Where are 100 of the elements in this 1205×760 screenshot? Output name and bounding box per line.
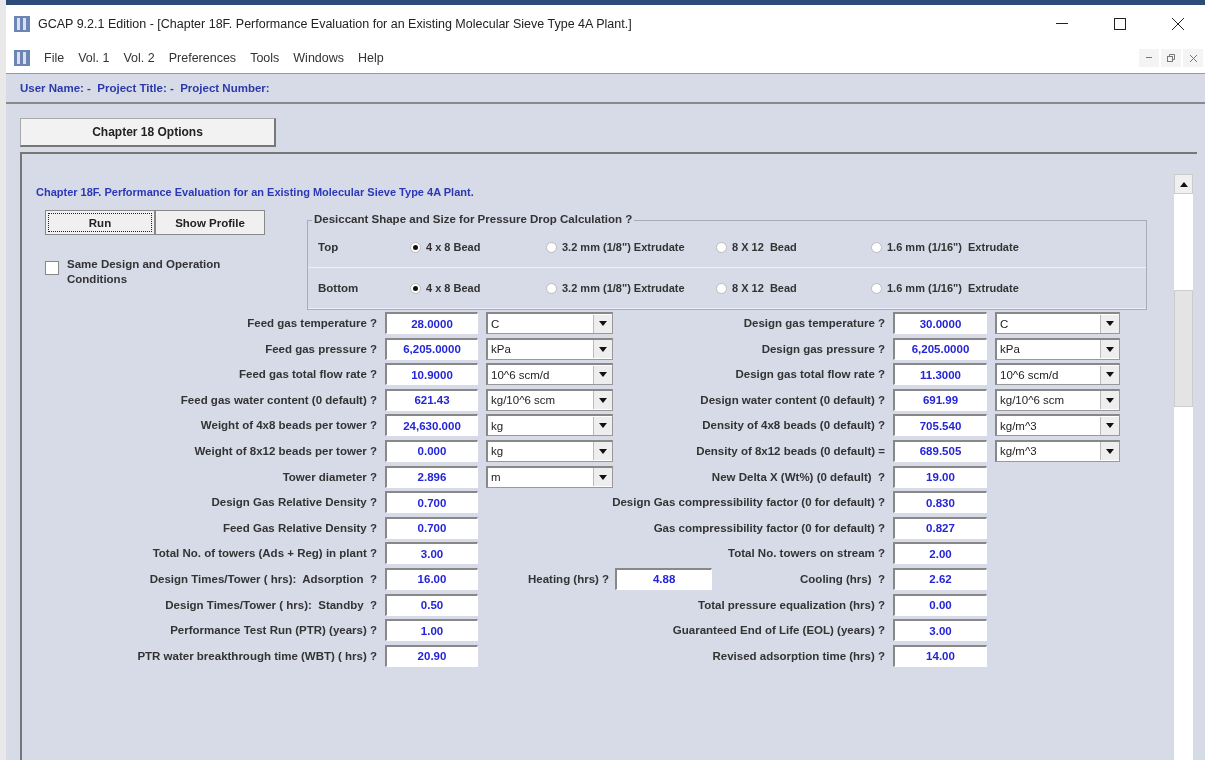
group-title: Desiccant Shape and Size for Pressure Drop Calculation ? bbox=[312, 213, 635, 225]
field-label: Design Gas compressibility factor (0 for default) ? bbox=[611, 496, 885, 509]
dropdown-caret-icon bbox=[599, 448, 607, 454]
field-label: Design Times/Tower ( hrs): Adsorption ? bbox=[148, 572, 377, 585]
field-label: Design Times/Tower ( hrs): Standby ? bbox=[164, 598, 377, 611]
value-field[interactable]: 0.00 bbox=[893, 593, 987, 616]
document-icon bbox=[14, 50, 30, 66]
value-field[interactable]: 6,205.0000 bbox=[385, 337, 478, 360]
menu-item[interactable]: Windows bbox=[293, 51, 345, 65]
app-icon bbox=[14, 16, 30, 32]
value-field[interactable]: 705.540 bbox=[893, 414, 987, 437]
value-field[interactable]: 691.99 bbox=[893, 388, 987, 411]
restore-button[interactable] bbox=[1161, 49, 1181, 67]
unit-dropdown[interactable]: 10^6 scm/d bbox=[486, 363, 613, 386]
unit-dropdown[interactable]: kg/m^3 bbox=[995, 439, 1120, 462]
dropdown-caret-icon bbox=[599, 423, 607, 429]
radio-option[interactable]: 4 x 8 Bead bbox=[410, 282, 546, 294]
unit-dropdown[interactable]: m bbox=[486, 465, 613, 488]
dropdown-caret-icon bbox=[599, 321, 607, 326]
menu-item[interactable]: Help bbox=[358, 51, 384, 65]
value-field[interactable]: 0.700 bbox=[385, 516, 478, 539]
close-button[interactable] bbox=[1183, 49, 1203, 67]
value-field[interactable]: 0.000 bbox=[385, 439, 478, 462]
form-heading: Chapter 18F. Performance Evaluation for an Existing Molecular Sieve Type 4A Plant. bbox=[36, 186, 475, 198]
unit-dropdown[interactable]: kPa bbox=[486, 337, 613, 360]
value-field[interactable]: 28.0000 bbox=[385, 312, 478, 334]
value-field[interactable]: 0.830 bbox=[893, 491, 987, 514]
value-field[interactable]: 3.00 bbox=[893, 619, 987, 642]
row-label: Top bbox=[318, 241, 340, 253]
field-label: Heating (hrs) ? bbox=[528, 572, 610, 585]
field-label: Weight of 8x12 beads per tower ? bbox=[193, 444, 377, 457]
field-label: Feed gas pressure ? bbox=[264, 342, 377, 355]
value-field[interactable]: 10.9000 bbox=[385, 363, 478, 386]
unit-dropdown[interactable]: C bbox=[995, 312, 1120, 334]
value-field[interactable]: 0.700 bbox=[385, 491, 478, 514]
radio-option[interactable]: 8 X 12 Bead bbox=[716, 282, 871, 294]
command-button[interactable]: Run bbox=[45, 210, 155, 235]
value-field[interactable]: 4.88 bbox=[615, 567, 713, 590]
radio-option[interactable]: 1.6 mm (1/16") Extrudate bbox=[871, 241, 1146, 253]
unit-dropdown[interactable]: kg/10^6 scm bbox=[486, 388, 613, 411]
menu-item[interactable]: Preferences bbox=[168, 51, 237, 65]
value-field[interactable]: 1.00 bbox=[385, 619, 478, 642]
scrollbar[interactable] bbox=[1174, 174, 1193, 760]
unit-dropdown[interactable]: kg bbox=[486, 414, 613, 437]
checkbox-label: Same Design and Operation Conditions bbox=[67, 257, 222, 287]
unit-dropdown[interactable]: kPa bbox=[995, 337, 1120, 360]
field-label: PTR water breakthrough time (WBT) ( hrs) ? bbox=[136, 649, 377, 662]
field-label: Weight of 4x8 beads per tower ? bbox=[199, 419, 377, 432]
unit-dropdown[interactable]: kg/10^6 scm bbox=[995, 388, 1120, 411]
checkbox[interactable] bbox=[45, 261, 59, 275]
dropdown-caret-icon bbox=[1106, 423, 1114, 429]
value-field[interactable]: 30.0000 bbox=[893, 312, 987, 334]
up-arrow-icon bbox=[1179, 181, 1188, 187]
radio-dot-icon bbox=[413, 244, 418, 250]
unit-dropdown[interactable]: 10^6 scm/d bbox=[995, 363, 1120, 386]
close-icon bbox=[1189, 54, 1197, 62]
scroll-thumb[interactable] bbox=[1174, 290, 1193, 407]
value-field[interactable]: 6,205.0000 bbox=[893, 337, 987, 360]
scroll-up-button[interactable] bbox=[1174, 174, 1193, 194]
value-field[interactable]: 0.827 bbox=[893, 516, 987, 539]
value-field[interactable]: 2.896 bbox=[385, 465, 478, 488]
radio-dot-icon bbox=[413, 285, 418, 291]
dropdown-caret-icon bbox=[599, 346, 607, 352]
field-label: Total No. towers on stream ? bbox=[727, 547, 885, 560]
field-label: Total No. of towers (Ads + Reg) in plant ? bbox=[151, 547, 377, 560]
value-field[interactable]: 3.00 bbox=[385, 542, 478, 565]
value-field[interactable]: 20.90 bbox=[385, 644, 478, 667]
restore-icon bbox=[1167, 54, 1175, 62]
value-field[interactable]: 2.62 bbox=[893, 567, 987, 590]
menu-item[interactable]: Vol. 2 bbox=[123, 51, 155, 65]
value-field[interactable]: 2.00 bbox=[893, 542, 987, 565]
value-field[interactable]: 621.43 bbox=[385, 388, 478, 411]
radio-option[interactable]: 3.2 mm (1/8") Extrudate bbox=[546, 282, 716, 294]
value-field[interactable]: 0.50 bbox=[385, 593, 478, 616]
minimize-icon bbox=[1146, 57, 1152, 59]
value-field[interactable]: 689.505 bbox=[893, 439, 987, 462]
value-field[interactable]: 16.00 bbox=[385, 567, 478, 590]
radio-option[interactable]: 3.2 mm (1/8") Extrudate bbox=[546, 241, 716, 253]
unit-dropdown[interactable]: C bbox=[486, 312, 613, 334]
value-field[interactable]: 11.3000 bbox=[893, 363, 987, 386]
menu-item[interactable]: Tools bbox=[250, 51, 280, 65]
options-button[interactable]: Chapter 18 Options bbox=[20, 118, 276, 147]
field-label: Revised adsorption time (hrs) ? bbox=[711, 649, 885, 662]
value-field[interactable]: 14.00 bbox=[893, 644, 987, 667]
field-label: Guaranteed End of Life (EOL) (years) ? bbox=[671, 624, 885, 637]
close-icon bbox=[1172, 18, 1184, 30]
radio-option[interactable]: 1.6 mm (1/16") Extrudate bbox=[871, 282, 1146, 294]
dropdown-caret-icon bbox=[1106, 397, 1114, 403]
value-field[interactable]: 24,630.000 bbox=[385, 414, 478, 437]
unit-dropdown[interactable]: kg/m^3 bbox=[995, 414, 1120, 437]
command-button[interactable]: Show Profile bbox=[155, 210, 265, 235]
row-label: Bottom bbox=[318, 282, 360, 294]
dropdown-caret-icon bbox=[1106, 321, 1114, 326]
value-field[interactable]: 19.00 bbox=[893, 465, 987, 488]
menu-item[interactable]: File bbox=[44, 51, 65, 65]
unit-dropdown[interactable]: kg bbox=[486, 439, 613, 462]
dropdown-caret-icon bbox=[599, 474, 607, 480]
radio-option[interactable]: 8 X 12 Bead bbox=[716, 241, 871, 253]
menu-item[interactable]: Vol. 1 bbox=[78, 51, 110, 65]
radio-option[interactable]: 4 x 8 Bead bbox=[410, 241, 546, 253]
